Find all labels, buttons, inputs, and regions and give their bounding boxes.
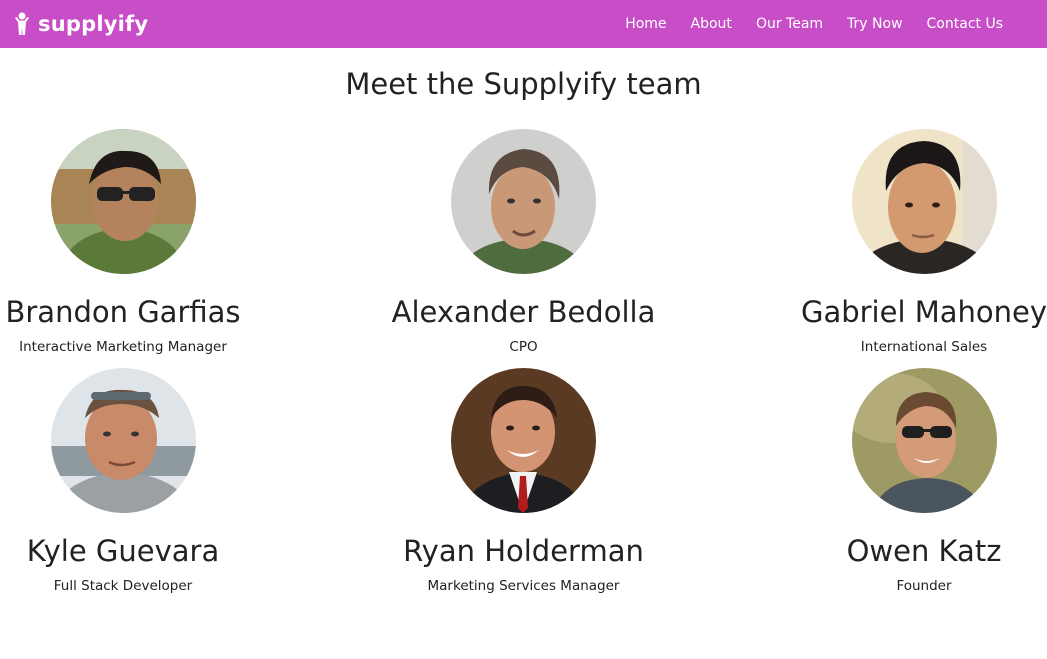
brand-name: supplyify (38, 12, 149, 36)
member-name: Brandon Garfias (5, 295, 241, 329)
team-member-card: Kyle Guevara Full Stack Developer (0, 368, 246, 595)
avatar (50, 368, 196, 513)
nav-link-try-now[interactable]: Try Now (835, 0, 914, 48)
member-name: Ryan Holderman (403, 534, 644, 568)
avatar (451, 368, 596, 513)
avatar (451, 129, 596, 274)
team-member-card: Owen Katz Founder (801, 368, 1047, 595)
member-role: Marketing Services Manager (427, 578, 620, 594)
member-name: Alexander Bedolla (391, 295, 656, 329)
avatar (50, 129, 196, 274)
member-role: Full Stack Developer (53, 578, 193, 594)
member-name: Kyle Guevara (26, 534, 220, 568)
nav-link-contact-us[interactable]: Contact Us (915, 0, 1015, 48)
member-name: Gabriel Mahoney (800, 295, 1047, 329)
nav-link-about[interactable]: About (679, 0, 744, 48)
team-member-card: Gabriel Mahoney International Sales (801, 129, 1047, 356)
nav-links: Home About Our Team Try Now Contact Us (613, 0, 1015, 48)
nav-link-home[interactable]: Home (613, 0, 678, 48)
nav-link-our-team[interactable]: Our Team (744, 0, 835, 48)
member-role: CPO (509, 339, 538, 355)
avatar (851, 129, 997, 274)
person-logo-icon (15, 12, 29, 35)
member-role: Interactive Marketing Manager (19, 339, 227, 355)
avatar (851, 368, 997, 513)
member-name: Owen Katz (846, 534, 1002, 568)
team-grid: Brandon Garfias Interactive Marketing Ma… (0, 116, 1047, 595)
member-role: International Sales (860, 339, 988, 355)
page-title: Meet the Supplyify team (345, 67, 702, 101)
team-member-card: Alexander Bedolla CPO (380, 129, 668, 356)
navbar: supplyify Home About Our Team Try Now Co… (0, 0, 1047, 48)
brand-link[interactable]: supplyify (12, 12, 148, 36)
member-role: Founder (896, 578, 952, 594)
team-member-card: Brandon Garfias Interactive Marketing Ma… (0, 129, 246, 356)
team-member-card: Ryan Holderman Marketing Services Manage… (380, 368, 668, 595)
